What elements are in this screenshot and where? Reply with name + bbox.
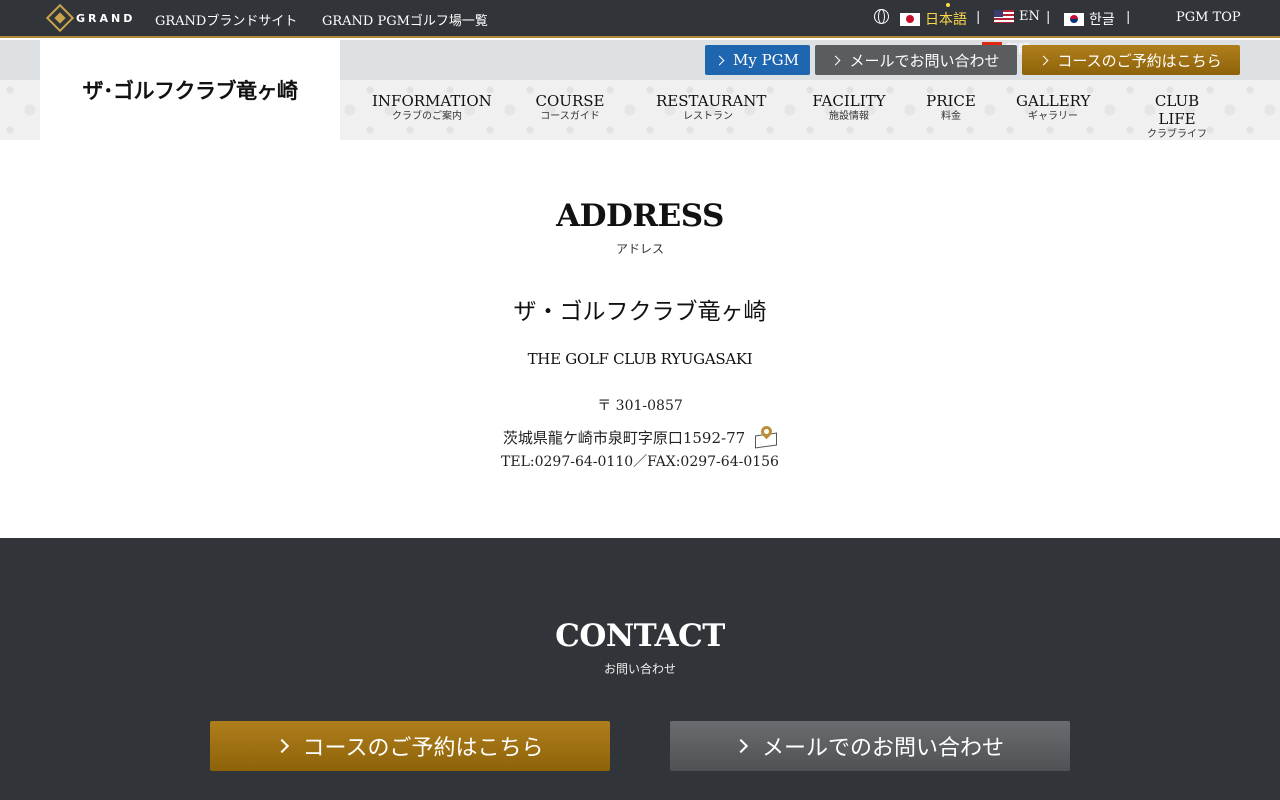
club-name-jp: ザ・ゴルフクラブ竜ヶ崎 (513, 299, 767, 325)
address-section: ADDRESS アドレス ザ・ゴルフクラブ竜ヶ崎 THE GOLF CLUB R… (0, 140, 1280, 538)
lang-japanese-label: 日本語 (925, 12, 967, 28)
top-bar: GRAND GRANDブランドサイト GRAND PGMゴルフ場一覧 日本語 |… (0, 0, 1280, 38)
reserve-course-label: コースのご予約はこちら (1057, 51, 1222, 70)
nav-course[interactable]: COURSE コースガイド (530, 92, 610, 124)
nav-restaurant[interactable]: RESTAURANT レストラン (656, 92, 767, 124)
grand-logo-icon (45, 3, 75, 33)
street-address: 茨城県龍ケ崎市泉町字原口1592-77 (0, 423, 1280, 449)
lang-korean[interactable]: 한글 (1064, 9, 1115, 29)
separator: | (1046, 10, 1051, 25)
my-pgm-button[interactable]: My PGM (705, 45, 810, 75)
lang-japanese[interactable]: 日本語 (900, 3, 967, 29)
separator: | (976, 10, 981, 25)
nav-information[interactable]: INFORMATION クラブのご案内 (372, 92, 492, 124)
nav-price[interactable]: PRICE 料金 (925, 92, 977, 124)
postal-code: 〒 301-0857 (597, 398, 683, 414)
grand-logo[interactable]: GRAND (45, 3, 136, 33)
mail-inquiry-button[interactable]: メールでお問い合わせ (815, 45, 1017, 75)
nav-label-en: COURSE (535, 92, 605, 110)
korea-flag-icon (1064, 12, 1084, 26)
lang-korean-label: 한글 (1089, 12, 1115, 28)
nav-label-jp: 料金 (941, 111, 961, 122)
address-heading: ADDRESS (556, 198, 724, 234)
chevron-right-icon (274, 738, 289, 754)
site-header: ザ･ゴルフクラブ竜ヶ崎 繁體 My PGM メールでお問い合わせ コースのご予約… (0, 40, 1280, 140)
reserve-course-button[interactable]: コースのご予約はこちら (1022, 45, 1240, 75)
japan-flag-icon (900, 12, 920, 26)
club-name-en: THE GOLF CLUB RYUGASAKI (527, 350, 753, 368)
street-address-text: 茨城県龍ケ崎市泉町字原口1592-77 (502, 428, 746, 447)
chevron-right-icon (733, 738, 749, 754)
phone-fax: TEL:0297-64-0110／FAX:0297-64-0156 (501, 454, 779, 470)
chevron-right-icon (714, 55, 725, 65)
lang-english[interactable]: EN (994, 9, 1040, 24)
grand-pgm-course-list-link[interactable]: GRAND PGMゴルフ場一覧 (322, 10, 488, 29)
club-logo[interactable]: ザ･ゴルフクラブ竜ヶ崎 (40, 40, 340, 140)
us-flag-icon (994, 10, 1014, 23)
map-icon[interactable] (755, 423, 778, 449)
contact-mail-label: メールでのお問い合わせ (761, 736, 1004, 761)
lang-english-label: EN (1019, 9, 1040, 24)
nav-label-jp: レストラン (683, 111, 733, 122)
nav-label-en: FACILITY (812, 92, 886, 110)
nav-label-jp: コースガイド (540, 111, 600, 122)
chevron-right-icon (831, 55, 841, 65)
nav-label-jp: ギャラリー (1028, 111, 1078, 122)
contact-reserve-label: コースのご予約はこちら (302, 736, 544, 761)
chevron-right-icon (1038, 55, 1049, 65)
grand-logo-text: GRAND (76, 11, 136, 25)
active-indicator (946, 3, 950, 7)
contact-subheading: お問い合わせ (603, 662, 676, 676)
contact-mail-button[interactable]: メールでのお問い合わせ (670, 721, 1070, 771)
address-subheading: アドレス (615, 242, 664, 256)
my-pgm-label: My PGM (732, 51, 800, 69)
nav-label-en: INFORMATION (372, 92, 492, 110)
nav-label-en: RESTAURANT (656, 92, 767, 110)
separator: | (1126, 10, 1131, 25)
nav-gallery[interactable]: GALLERY ギャラリー (1016, 92, 1090, 124)
nav-facility[interactable]: FACILITY 施設情報 (812, 92, 886, 124)
grand-brand-site-link[interactable]: GRANDブランドサイト (155, 10, 297, 29)
contact-reserve-button[interactable]: コースのご予約はこちら (210, 721, 610, 771)
globe-icon (874, 9, 889, 24)
contact-section: CONTACT お問い合わせ コースのご予約はこちら メールでのお問い合わせ (0, 538, 1280, 800)
nav-label-jp: 施設情報 (829, 111, 869, 122)
contact-heading: CONTACT (555, 618, 725, 654)
nav-label-en: CLUB LIFE (1154, 92, 1200, 128)
club-logo-text: ザ･ゴルフクラブ竜ヶ崎 (82, 79, 299, 103)
nav-label-jp: クラブのご案内 (392, 111, 462, 122)
nav-label-en: GALLERY (1016, 92, 1091, 110)
pgm-top-link[interactable]: PGM TOP (1176, 10, 1241, 25)
nav-club-life[interactable]: CLUB LIFE クラブライフ (1136, 92, 1218, 142)
nav-label-en: PRICE (926, 92, 976, 110)
mail-inquiry-label: メールでお問い合わせ (849, 51, 1000, 70)
